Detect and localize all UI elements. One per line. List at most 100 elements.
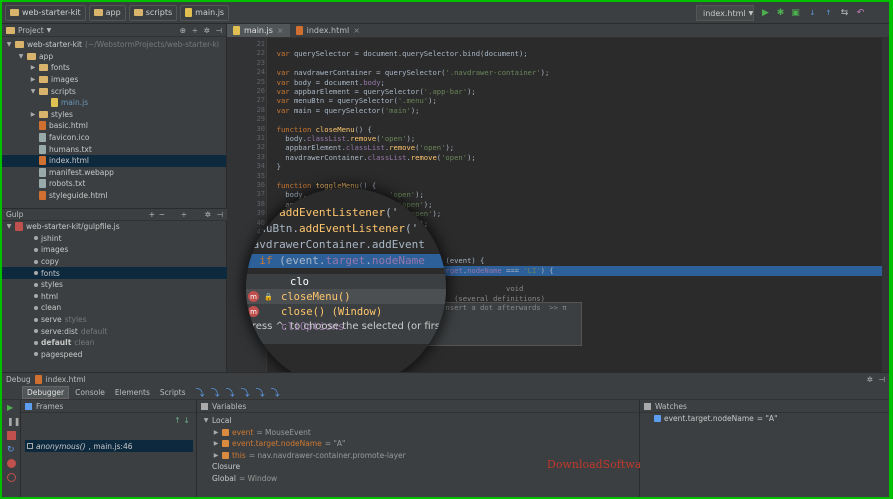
variable-row[interactable]: ▼ Local <box>197 415 639 427</box>
evaluate-icon[interactable]: ⤵ <box>271 386 280 399</box>
gulp-task[interactable]: html <box>2 291 227 303</box>
gulp-task[interactable]: styles <box>2 279 227 291</box>
watch-row[interactable]: event.target.nodeName = "A" <box>640 413 889 425</box>
hide-icon[interactable]: ⊣ <box>215 26 222 35</box>
tree-item-label: styleguide.html <box>49 191 108 201</box>
close-icon[interactable]: × <box>353 26 360 35</box>
breadcrumb-project[interactable]: web-starter-kit <box>5 4 86 21</box>
variable-row[interactable]: Global = Window <box>197 473 639 485</box>
vcs-update-icon[interactable]: ↓ <box>806 6 819 19</box>
expand-arrow-icon[interactable]: ▶ <box>213 440 219 447</box>
tab-index-html[interactable]: index.html × <box>290 24 366 37</box>
tree-item[interactable]: styleguide.html <box>2 190 226 202</box>
hide-icon[interactable]: ⊣ <box>878 375 885 384</box>
expand-arrow-icon[interactable]: ▶ <box>30 76 36 83</box>
task-bullet-icon <box>34 236 38 241</box>
gulp-task[interactable]: fonts <box>2 267 227 279</box>
expand-arrow-icon[interactable]: ▼ <box>6 41 12 48</box>
revert-icon[interactable]: ↶ <box>854 6 867 19</box>
step-out-icon[interactable]: ⤵ <box>241 386 250 399</box>
chevron-down-icon[interactable]: ▼ <box>47 27 52 34</box>
expand-arrow-icon[interactable]: ▼ <box>18 53 24 60</box>
frame-nav-arrows-icon[interactable]: ↑ ↓ <box>174 416 190 425</box>
hide-icon[interactable]: ⊣ <box>216 210 223 219</box>
add-icon[interactable]: + <box>149 210 155 219</box>
expand-arrow-icon[interactable]: ▶ <box>30 111 36 118</box>
breadcrumb-scripts[interactable]: scripts <box>128 4 178 21</box>
run-icon[interactable]: ▶ <box>759 6 772 19</box>
completion-item[interactable]: m 🔒 closeMenu() <box>246 289 446 304</box>
variable-row[interactable]: ▶ event.target.nodeName = "A" <box>197 438 639 450</box>
force-step-icon[interactable]: ⤵ <box>226 386 235 399</box>
tree-item[interactable]: index.html <box>2 154 226 167</box>
tree-item[interactable]: manifest.webapp <box>2 167 226 179</box>
step-over-icon[interactable]: ⤵ <box>196 386 205 399</box>
gulp-task[interactable]: jshint <box>2 233 227 245</box>
tree-item[interactable]: robots.txt <box>2 178 226 190</box>
compare-icon[interactable]: ⇆ <box>838 6 851 19</box>
editor-scrollbar[interactable] <box>882 38 889 372</box>
gulp-task[interactable]: clean <box>2 302 227 314</box>
collapse-icon[interactable]: ÷ <box>181 210 187 219</box>
breakpoints-icon[interactable] <box>7 459 16 468</box>
sync-icon[interactable]: ⊕ <box>180 26 186 35</box>
run-configuration-select[interactable]: index.html ▼ <box>696 5 754 21</box>
gulp-task[interactable]: images <box>2 244 227 256</box>
tab-console[interactable]: Console <box>71 386 109 399</box>
resume-icon[interactable]: ▶ <box>7 403 16 412</box>
code-token: var <box>276 96 294 106</box>
gulpfile-node[interactable]: ▼ web-starter-kit/gulpfile.js <box>2 221 227 233</box>
remove-icon[interactable]: − <box>159 210 165 219</box>
run-to-cursor-icon[interactable]: ⤵ <box>256 386 265 399</box>
gulp-task-label: styles <box>41 280 63 290</box>
breadcrumb-app[interactable]: app <box>88 4 126 21</box>
pause-icon[interactable]: ❚❚ <box>7 417 20 426</box>
vcs-commit-icon[interactable]: ↑ <box>822 6 835 19</box>
gear-icon[interactable]: ✲ <box>205 210 211 219</box>
tab-debugger[interactable]: Debugger <box>22 386 70 399</box>
coverage-icon[interactable]: ▣ <box>789 6 802 19</box>
task-bullet-icon <box>34 259 38 264</box>
tab-scripts[interactable]: Scripts <box>156 386 190 399</box>
expand-arrow-icon[interactable]: ▶ <box>213 429 219 436</box>
tab-main-js[interactable]: main.js × <box>227 24 290 37</box>
gulp-task[interactable]: pagespeed <box>2 349 227 361</box>
gear-icon[interactable]: ✲ <box>867 375 873 384</box>
debug-icon[interactable]: ✱ <box>774 6 787 19</box>
code-token: navdrawerContainer. <box>246 238 372 251</box>
expand-arrow-icon[interactable]: ▼ <box>6 223 12 230</box>
tree-item[interactable]: ▶ styles <box>2 109 226 121</box>
close-icon[interactable]: × <box>277 26 284 35</box>
tree-item[interactable]: basic.html <box>2 120 226 132</box>
tree-item[interactable]: ▼ app <box>2 51 226 63</box>
mute-breakpoints-icon[interactable] <box>7 473 16 482</box>
tab-elements[interactable]: Elements <box>111 386 154 399</box>
stack-frame-row[interactable]: anonymous() , main.js:46 <box>25 440 193 452</box>
gulp-task[interactable]: copy <box>2 256 227 268</box>
tree-item[interactable]: main.js <box>2 97 226 109</box>
gulp-task[interactable]: serve styles <box>2 314 227 326</box>
task-bullet-icon <box>34 247 38 252</box>
gear-icon[interactable]: ✲ <box>204 26 210 35</box>
tab-label: main.js <box>244 26 273 35</box>
tree-item[interactable]: humans.txt <box>2 143 226 155</box>
tree-item[interactable]: ▶ images <box>2 74 226 86</box>
tree-item[interactable]: ▼ scripts <box>2 85 226 97</box>
completion-item[interactable]: m close() (Window) <box>246 304 446 319</box>
expand-arrow-icon[interactable]: ▼ <box>30 88 36 95</box>
breadcrumb-file[interactable]: main.js <box>180 4 230 21</box>
rerun-icon[interactable]: ↻ <box>7 445 16 455</box>
step-into-icon[interactable]: ⤵ <box>211 386 220 399</box>
variable-row[interactable]: ▶ event = MouseEvent <box>197 427 639 439</box>
gulp-task[interactable]: serve:dist default <box>2 325 227 337</box>
expand-arrow-icon[interactable]: ▼ <box>203 417 209 424</box>
variable-value: = Window <box>238 473 278 483</box>
collapse-icon[interactable]: ÷ <box>192 26 198 35</box>
stop-icon[interactable] <box>7 431 16 440</box>
tree-item[interactable]: favicon.ico <box>2 132 226 144</box>
gulp-task[interactable]: default clean <box>2 337 227 349</box>
tree-item[interactable]: ▼ web-starter-kit (~/WebstormProjects/web-… <box>2 39 226 51</box>
expand-arrow-icon[interactable]: ▶ <box>213 452 219 459</box>
expand-arrow-icon[interactable]: ▶ <box>30 64 36 71</box>
tree-item[interactable]: ▶ fonts <box>2 62 226 74</box>
